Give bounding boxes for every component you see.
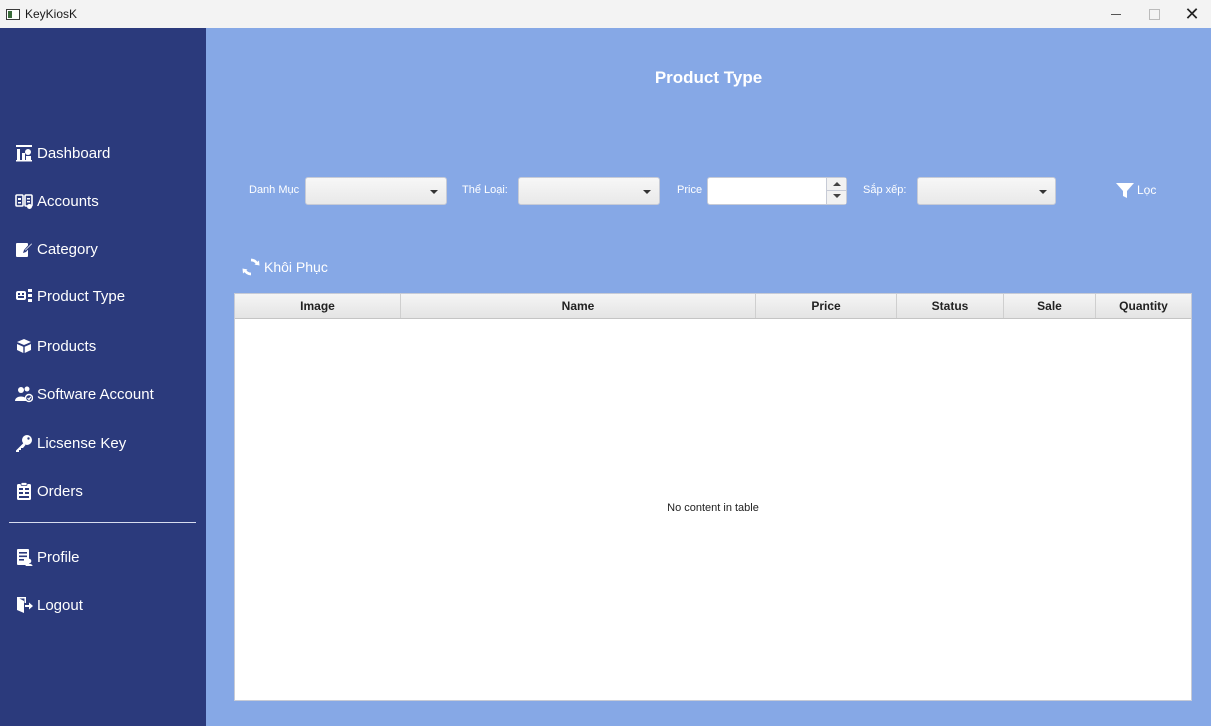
sidebar-item-logout[interactable]: Logout (15, 593, 83, 617)
spinner-divider (827, 190, 846, 191)
sidebar-item-label: Products (37, 337, 97, 355)
sidebar-divider (9, 522, 196, 523)
sidebar-item-product-type[interactable]: Product Type (15, 284, 125, 308)
table-header: Image Name Price Status Sale Quantity (235, 294, 1191, 319)
sidebar-item-label: Dashboard (37, 144, 111, 162)
increment-icon[interactable] (833, 182, 841, 186)
sidebar-item-label: Orders (37, 482, 83, 500)
maximize-icon[interactable] (1135, 0, 1173, 28)
window-controls: ✕ (1097, 0, 1211, 28)
restore-button[interactable]: Khôi Phục (241, 257, 328, 277)
window-title: KeyKiosK (25, 7, 78, 21)
table-empty-message: No content in table (667, 502, 759, 514)
filter-button[interactable]: Lọc (1116, 181, 1156, 199)
product-type-table: Image Name Price Status Sale Quantity No… (234, 293, 1192, 701)
logout-icon (17, 597, 33, 613)
app-icon (6, 8, 20, 20)
restore-button-label: Khôi Phục (264, 259, 328, 275)
edit-icon (16, 242, 33, 257)
minimize-icon[interactable] (1097, 0, 1135, 28)
column-header-status[interactable]: Status (897, 294, 1004, 318)
sidebar-item-profile[interactable]: Profile (15, 545, 80, 569)
title-bar: KeyKiosK ✕ (0, 0, 1211, 28)
sidebar-item-products[interactable]: Products (15, 334, 96, 358)
sidebar-item-label: Licsense Key (37, 434, 127, 452)
sidebar-item-label: Product Type (37, 287, 126, 305)
sidebar-item-category[interactable]: Category (15, 237, 98, 261)
chevron-down-icon (1039, 190, 1047, 194)
close-icon[interactable]: ✕ (1173, 0, 1211, 28)
sidebar-item-label: Accounts (37, 192, 99, 210)
sidebar-item-label: Category (37, 240, 98, 258)
spinner-buttons (826, 178, 846, 204)
column-header-image[interactable]: Image (235, 294, 401, 318)
filter-icon (1116, 183, 1134, 198)
genre-filter-label: Thể Loại: (462, 184, 508, 196)
key-icon (16, 435, 32, 452)
column-header-sale[interactable]: Sale (1004, 294, 1096, 318)
page-title: Product Type (654, 68, 763, 87)
sidebar-item-dashboard[interactable]: Dashboard (15, 141, 110, 165)
main-content: Product Type Danh Mục Thể Loại: Price Sắ… (206, 28, 1211, 726)
sidebar-item-accounts[interactable]: Accounts (15, 189, 99, 213)
price-spinner[interactable] (707, 177, 847, 205)
accounts-icon (15, 194, 33, 209)
sidebar-item-label: Software Account (37, 385, 154, 403)
column-header-price[interactable]: Price (756, 294, 897, 318)
product-type-icon (16, 289, 32, 302)
sidebar-item-license-key[interactable]: Licsense Key (15, 431, 126, 455)
refresh-icon (242, 258, 260, 276)
category-select[interactable] (305, 177, 447, 205)
genre-select[interactable] (518, 177, 660, 205)
clipboard-icon (17, 482, 31, 500)
decrement-icon[interactable] (833, 194, 841, 198)
sidebar-item-orders[interactable]: Orders (15, 479, 83, 503)
sidebar-item-software-account[interactable]: Software Account (15, 382, 154, 406)
users-icon (15, 386, 33, 403)
column-header-quantity[interactable]: Quantity (1096, 294, 1191, 318)
column-header-name[interactable]: Name (401, 294, 756, 318)
chevron-down-icon (643, 190, 651, 194)
sidebar-item-label: Profile (37, 548, 80, 566)
profile-icon (17, 549, 33, 566)
sidebar: Dashboard Accounts Category Product Type… (0, 28, 206, 726)
category-filter-label: Danh Mục (249, 184, 300, 196)
chevron-down-icon (430, 190, 438, 194)
sort-filter-label: Sắp xếp: (863, 184, 907, 196)
products-icon (17, 339, 31, 353)
sort-select[interactable] (917, 177, 1056, 205)
dashboard-icon (16, 145, 32, 162)
sidebar-item-label: Logout (37, 596, 83, 614)
price-filter-label: Price (677, 184, 703, 196)
filter-button-label: Lọc (1137, 183, 1157, 197)
